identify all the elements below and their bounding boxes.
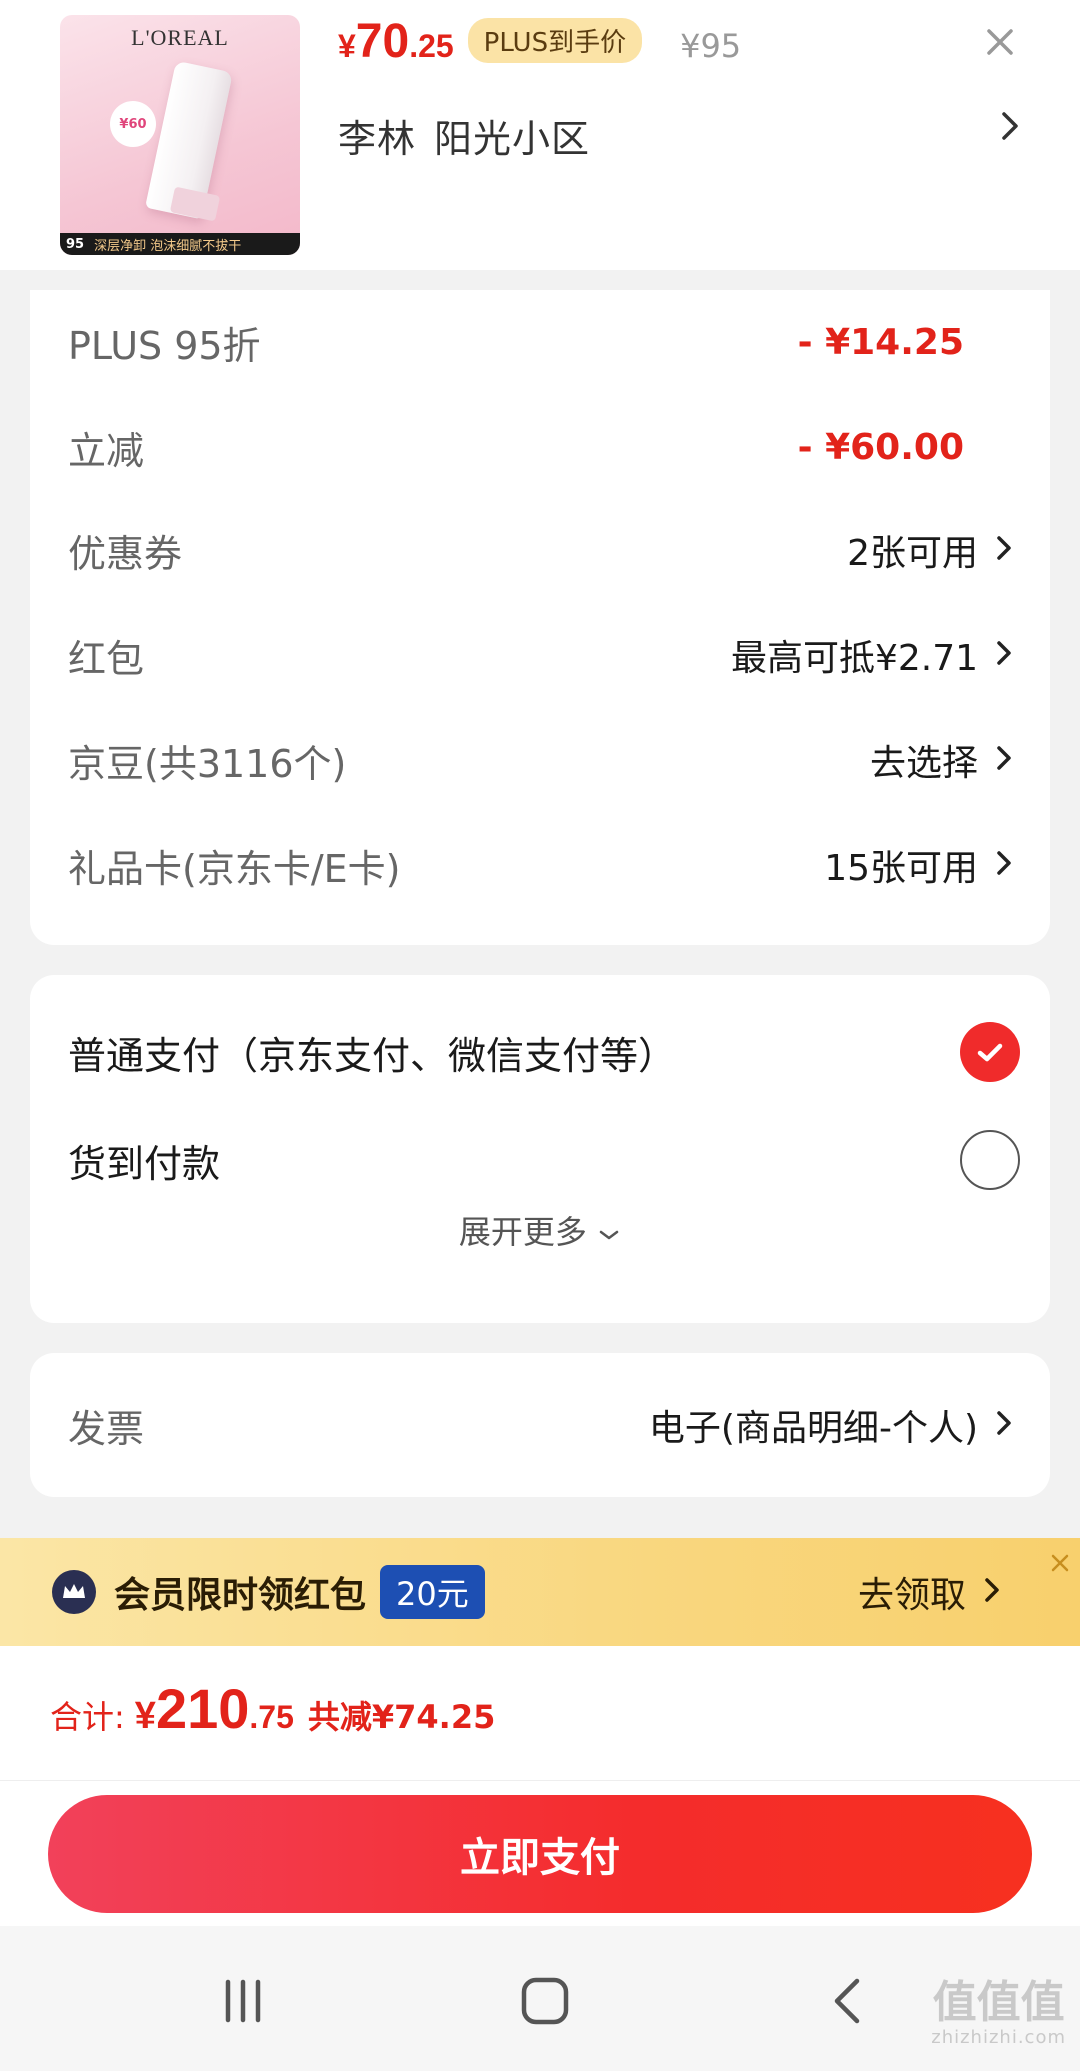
site-watermark: 值值值 zhizhizhi.com	[931, 1981, 1066, 2047]
chevron-right-icon	[996, 1405, 1012, 1445]
discount-row-plus: PLUS 95折 - ¥14.25	[68, 312, 1012, 372]
order-total: 合计: ¥210.75 共减¥74.25	[0, 1646, 1080, 1781]
red-packet-value-text: 最高可抵¥2.71	[730, 638, 978, 679]
chevron-right-icon	[996, 635, 1012, 675]
total-saved: 共减¥74.25	[307, 1698, 496, 1736]
claim-button[interactable]: 去领取	[858, 1566, 1000, 1618]
invoice-value: 电子(商品明细-个人)	[649, 1399, 1012, 1451]
recent-apps-icon[interactable]	[208, 1966, 278, 2036]
gift-card-value: 15张可用	[824, 839, 1012, 891]
back-icon[interactable]	[812, 1966, 882, 2036]
gift-card-row[interactable]: 礼品卡(京东卡/E卡) 15张可用	[68, 835, 1012, 895]
price-currency: ¥	[338, 28, 356, 64]
payment-option-label: 货到付款	[68, 1141, 221, 1186]
coupon-row[interactable]: 优惠券 2张可用	[68, 520, 1012, 580]
home-icon[interactable]	[510, 1966, 580, 2036]
invoice-label: 发票	[68, 1406, 145, 1451]
discount-label: 立减	[68, 428, 145, 473]
discount-label: 京豆(共3116个)	[68, 741, 347, 786]
watermark-main: 值值值	[932, 1977, 1065, 2028]
plus-price: ¥70.25	[338, 14, 454, 69]
gift-card-value-text: 15张可用	[824, 848, 978, 889]
chevron-right-icon[interactable]	[1000, 110, 1020, 151]
chevron-right-icon	[996, 530, 1012, 570]
thumbnail-strip-price: 95	[66, 236, 85, 252]
price-line: ¥70.25 PLUS到手价 ¥95	[338, 14, 741, 74]
expand-more-label: 展开更多	[458, 1213, 587, 1251]
recipient-name: 李林	[338, 117, 417, 161]
coupon-value: 2张可用	[847, 524, 1012, 576]
crown-icon	[52, 1570, 96, 1614]
discount-amount: - ¥60.00	[797, 426, 964, 468]
original-price: ¥95	[680, 27, 742, 65]
total-integer: 210	[155, 1677, 250, 1740]
claim-label: 去领取	[857, 1575, 966, 1616]
discount-label: 红包	[68, 636, 145, 681]
total-decimal: .75	[249, 1699, 294, 1735]
delivery-address[interactable]: 李林 阳光小区	[338, 108, 590, 163]
product-cap-image	[169, 186, 221, 222]
red-packet-value: 最高可抵¥2.71	[731, 629, 1012, 681]
jd-beans-value-text: 去选择	[869, 743, 978, 784]
payment-method-card: 普通支付（京东支付、微信支付等） 货到付款 展开更多	[30, 975, 1050, 1323]
promo-amount-badge: 20元	[380, 1565, 485, 1619]
payment-option-label: 普通支付（京东支付、微信支付等）	[68, 1033, 677, 1078]
member-red-packet-banner[interactable]: 会员限时领红包 20元 去领取	[0, 1538, 1080, 1646]
thumbnail-strip: 95 深层净卸 泡沫细腻不拔干	[60, 233, 300, 255]
total-label: 合计:	[50, 1698, 125, 1736]
invoice-value-text: 电子(商品明细-个人)	[648, 1408, 978, 1449]
jd-beans-value: 去选择	[870, 734, 1012, 786]
radio-checked-icon[interactable]	[960, 1022, 1020, 1082]
invoice-row[interactable]: 发票 电子(商品明细-个人)	[68, 1395, 1012, 1455]
discount-amount: - ¥14.25	[797, 321, 964, 363]
price-decimal: .25	[409, 28, 454, 64]
red-packet-row[interactable]: 红包 最高可抵¥2.71	[68, 625, 1012, 685]
banner-close-icon[interactable]	[1050, 1546, 1070, 1581]
address-place: 阳光小区	[434, 117, 591, 161]
discount-label: PLUS 95折	[68, 323, 261, 368]
plus-price-tag: PLUS到手价	[467, 18, 643, 63]
system-nav-bar: 值值值 zhizhizhi.com	[0, 1926, 1080, 2071]
product-thumbnail[interactable]: L'OREAL ¥60 95 深层净卸 泡沫细腻不拔干	[60, 15, 300, 255]
coupon-value-text: 2张可用	[847, 533, 978, 574]
invoice-card[interactable]: 发票 电子(商品明细-个人)	[30, 1353, 1050, 1497]
price-integer: 70	[355, 15, 410, 68]
promo-title: 会员限时领红包	[114, 1575, 367, 1616]
expand-more-button[interactable]: 展开更多	[30, 1207, 1050, 1253]
product-header: L'OREAL ¥60 95 深层净卸 泡沫细腻不拔干 ¥70.25 PLUS到…	[0, 0, 1080, 270]
pay-now-button[interactable]: 立即支付	[48, 1795, 1032, 1913]
watermark-sub: zhizhizhi.com	[931, 2027, 1066, 2048]
chevron-right-icon	[984, 1572, 1000, 1612]
radio-unchecked-icon[interactable]	[960, 1130, 1020, 1190]
chevron-right-icon	[996, 740, 1012, 780]
jd-beans-row[interactable]: 京豆(共3116个) 去选择	[68, 730, 1012, 790]
thumbnail-strip-text: 深层净卸 泡沫细腻不拔干	[94, 238, 242, 254]
payment-option-cod[interactable]: 货到付款	[68, 1125, 1020, 1195]
discount-label: 优惠券	[68, 531, 183, 576]
discount-sticker: ¥60	[110, 101, 156, 147]
total-line: 合计: ¥210.75 共减¥74.25	[50, 1676, 495, 1741]
chevron-right-icon	[996, 845, 1012, 885]
discount-row-instant: 立减 - ¥60.00	[68, 417, 1012, 477]
discount-label: 礼品卡(京东卡/E卡)	[68, 846, 401, 891]
close-icon[interactable]	[980, 24, 1020, 64]
discount-card: PLUS 95折 - ¥14.25 立减 - ¥60.00 优惠券 2张可用 红…	[30, 290, 1050, 945]
chevron-down-icon	[597, 1213, 621, 1251]
pay-bar: 立即支付	[0, 1781, 1080, 1926]
payment-option-standard[interactable]: 普通支付（京东支付、微信支付等）	[68, 1017, 1020, 1087]
brand-logo: L'OREAL	[131, 25, 229, 50]
total-currency: ¥	[134, 1695, 156, 1737]
